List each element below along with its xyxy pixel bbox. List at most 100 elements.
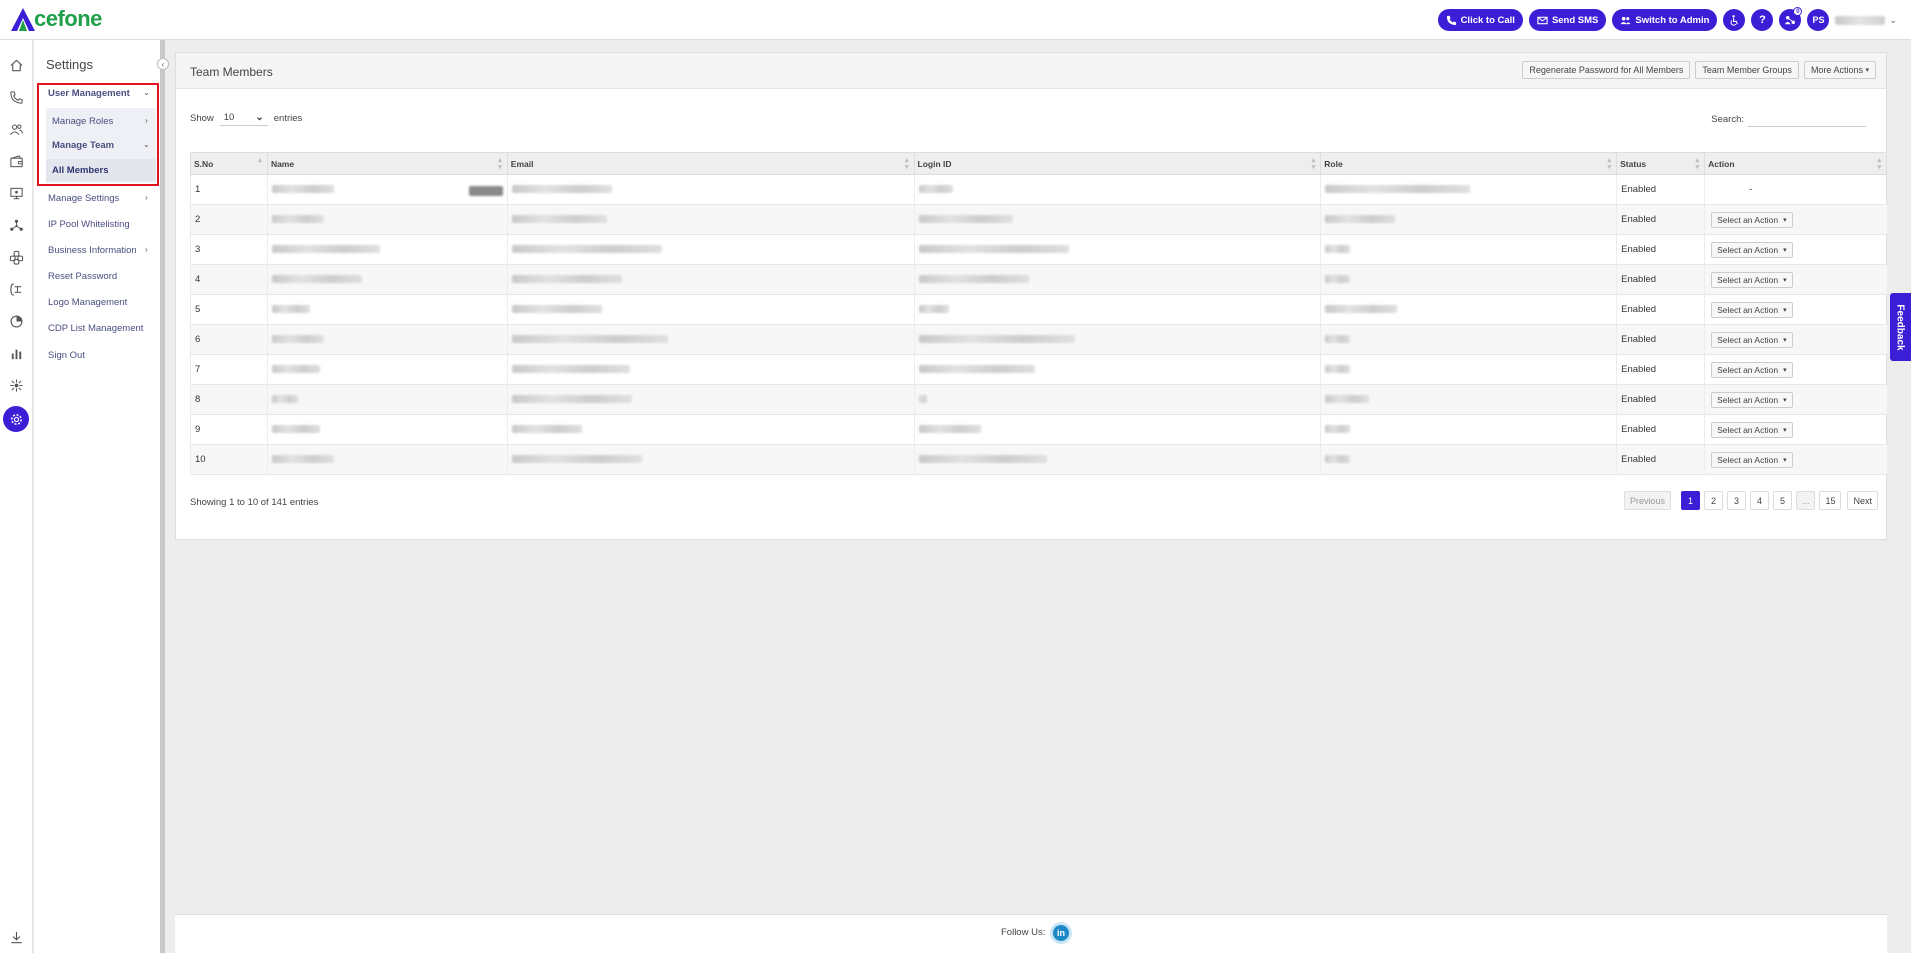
monitor-icon[interactable] — [5, 182, 27, 204]
login-id-cell-redacted — [913, 444, 1321, 475]
sidebar-item-business-information[interactable]: Business Information — [48, 245, 137, 256]
column-header[interactable]: Login ID ▴ ▾ — [913, 152, 1322, 175]
linkedin-icon[interactable]: in — [1050, 922, 1072, 944]
wallet-icon[interactable] — [5, 150, 27, 172]
chevron-left-icon: ‹ — [161, 59, 165, 69]
sno-cell: 6 — [190, 324, 268, 355]
more-actions-button[interactable]: More Actions ▾ — [1803, 61, 1876, 79]
action-cell: Select an Action ▾ — [1704, 354, 1887, 385]
pagination-ellipsis[interactable]: ... — [1795, 491, 1816, 510]
name-cell-redacted — [266, 204, 508, 235]
redacted-text — [511, 215, 607, 224]
integrations-icon[interactable] — [5, 246, 27, 268]
select-action-button[interactable]: Select an Action ▾ — [1711, 361, 1793, 378]
page-button[interactable]: 3 — [1726, 491, 1746, 510]
page-button[interactable]: 2 — [1703, 491, 1723, 510]
select-action-button[interactable]: Select an Action ▾ — [1711, 331, 1793, 348]
feedback-tab[interactable]: Feedback — [1890, 293, 1911, 361]
column-header[interactable]: Email ▴ ▾ — [506, 152, 915, 175]
phone-icon — [1446, 15, 1456, 25]
contacts-icon[interactable] — [5, 118, 27, 140]
table-row: 3 Enabled Select an Action ▾ — [190, 234, 1887, 265]
reports-icon[interactable] — [5, 310, 27, 332]
chevron-down-icon[interactable]: ⌄ — [1889, 15, 1897, 26]
column-header[interactable]: S.No ▴ — [190, 152, 268, 175]
login-id-cell-redacted — [913, 324, 1321, 355]
page-button[interactable]: 1 — [1680, 491, 1700, 510]
help-button[interactable]: ? — [1751, 9, 1774, 31]
table-row: 8 Enabled Select an Action ▾ — [190, 384, 1887, 415]
select-action-button[interactable]: Select an Action ▾ — [1711, 241, 1793, 258]
download-icon[interactable] — [5, 926, 27, 948]
network-icon[interactable] — [5, 214, 27, 236]
page-size-select[interactable]: 10 ⌄ — [219, 110, 268, 126]
team-member-groups-button[interactable]: Team Member Groups — [1695, 61, 1799, 79]
email-cell-redacted — [506, 324, 915, 355]
sidebar-item-logo-management[interactable]: Logo Management — [48, 297, 127, 308]
sidebar-item-ip-pool[interactable]: IP Pool Whitelisting — [48, 219, 130, 230]
column-header-label: Role — [1324, 158, 1343, 169]
redacted-text — [271, 275, 362, 284]
caret-down-icon: ▾ — [1783, 276, 1787, 284]
select-action-button[interactable]: Select an Action ▾ — [1711, 211, 1793, 228]
sidebar-item-sign-out[interactable]: Sign Out — [48, 350, 85, 361]
page-button[interactable]: 5 — [1772, 491, 1792, 510]
select-action-label: Select an Action — [1717, 334, 1779, 345]
sidebar-item-reset-password[interactable]: Reset Password — [48, 271, 117, 282]
redacted-text — [511, 455, 642, 464]
column-header[interactable]: Action ▴ ▾ — [1704, 152, 1887, 175]
column-header[interactable]: Name ▴ ▾ — [266, 152, 508, 175]
automation-icon[interactable] — [5, 374, 27, 396]
switch-to-admin-button[interactable]: Switch to Admin — [1612, 9, 1718, 31]
switch-to-admin-label: Switch to Admin — [1635, 14, 1710, 26]
column-header[interactable]: Role ▴ ▾ — [1320, 152, 1618, 175]
user-avatar[interactable]: PS — [1807, 9, 1830, 31]
chevron-right-icon[interactable]: › — [145, 193, 148, 202]
page-button[interactable]: 4 — [1749, 491, 1769, 510]
settings-icon[interactable] — [3, 406, 29, 432]
agents-status-button[interactable]: 0 — [1779, 7, 1803, 31]
user-name-redacted[interactable] — [1835, 15, 1886, 25]
select-action-button[interactable]: Select an Action ▾ — [1711, 451, 1793, 468]
redacted-text — [1325, 425, 1351, 434]
click-to-call-button[interactable]: Click to Call — [1437, 9, 1523, 31]
linkedin-glyph: in — [1053, 925, 1069, 941]
select-action-label: Select an Action — [1717, 364, 1779, 375]
accessibility-button[interactable] — [1723, 9, 1746, 31]
next-page-button[interactable]: Next — [1847, 491, 1878, 510]
select-action-button[interactable]: Select an Action ▾ — [1711, 271, 1793, 288]
redacted-text — [1325, 305, 1398, 314]
select-action-button[interactable]: Select an Action ▾ — [1711, 421, 1793, 438]
call-flow-icon[interactable] — [5, 278, 27, 300]
home-icon[interactable] — [5, 54, 27, 76]
page-button[interactable]: 15 — [1819, 491, 1842, 510]
chevron-right-icon[interactable]: › — [145, 245, 148, 254]
redacted-text — [511, 425, 582, 434]
role-cell-redacted — [1320, 174, 1617, 205]
acefone-logo[interactable]: cefone — [10, 5, 102, 33]
no-action-dash: - — [1749, 184, 1753, 195]
caret-down-icon: ▾ — [1783, 426, 1787, 434]
collapse-sidebar-button[interactable]: ‹ — [157, 58, 169, 70]
caret-down-icon: ▾ — [1783, 336, 1787, 344]
phone-icon[interactable] — [5, 86, 27, 108]
team-members-table: S.No ▴ Name ▴ ▾ Email ▴ ▾ Login ID ▴ ▾ Role ▴ ▾ Status… — [190, 152, 1887, 475]
select-action-button[interactable]: Select an Action ▾ — [1711, 391, 1793, 408]
status-cell: Enabled — [1616, 444, 1705, 475]
sidebar-item-cdp-list[interactable]: CDP List Management — [48, 323, 143, 334]
analytics-icon[interactable] — [5, 342, 27, 364]
column-header[interactable]: Status ▴ ▾ — [1616, 152, 1706, 175]
caret-down-icon: ▾ — [1783, 216, 1787, 224]
redacted-text — [271, 305, 310, 314]
select-action-label: Select an Action — [1717, 394, 1779, 405]
select-action-button[interactable]: Select an Action ▾ — [1711, 301, 1793, 318]
redacted-text — [271, 215, 324, 224]
send-sms-button[interactable]: Send SMS — [1528, 9, 1607, 31]
previous-page-button[interactable]: Previous — [1623, 491, 1671, 510]
search-label: Search: — [1711, 113, 1744, 125]
role-cell-redacted — [1320, 354, 1617, 385]
sidebar-item-manage-settings[interactable]: Manage Settings — [48, 193, 119, 204]
regenerate-password-button[interactable]: Regenerate Password for All Members — [1522, 61, 1691, 79]
click-to-call-label: Click to Call — [1460, 14, 1515, 26]
search-input[interactable] — [1748, 111, 1866, 127]
